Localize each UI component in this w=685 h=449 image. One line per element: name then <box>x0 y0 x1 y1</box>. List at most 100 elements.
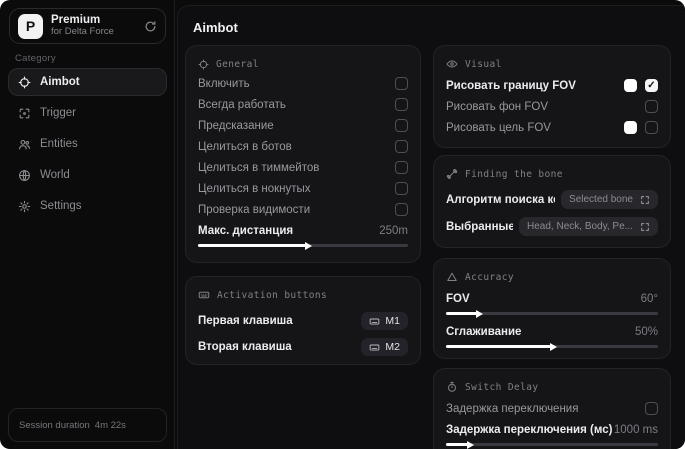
premium-license-box: P Premium for Delta Force <box>9 8 166 44</box>
toggle-row: Целиться в ботов ✓ <box>198 136 408 157</box>
checkbox[interactable]: ✓ <box>395 77 408 90</box>
sidebar-item-settings[interactable]: Settings <box>8 192 167 220</box>
keybind-label: Первая клавиша <box>198 315 293 327</box>
refresh-icon[interactable] <box>144 20 157 33</box>
keybind-button-m1[interactable]: M1 <box>361 312 408 330</box>
app-window: P Premium for Delta Force Category Aimbo… <box>0 0 685 449</box>
switch-delay-slider[interactable] <box>446 440 658 449</box>
toggle-label: Проверка видимости <box>198 203 311 216</box>
eye-icon <box>446 58 458 70</box>
switch-delay-card: Switch Delay Задержка переключения ✓ Зад… <box>433 368 671 449</box>
sidebar-item-trigger[interactable]: Trigger <box>8 99 167 127</box>
slider-thumb[interactable] <box>475 309 483 318</box>
visual-label: Рисовать цель FOV <box>446 121 551 134</box>
product-logo: P <box>18 13 43 39</box>
slider-label-row: Сглаживание 50% <box>446 321 658 342</box>
checkbox[interactable]: ✓ <box>395 119 408 132</box>
session-value: 4m 22s <box>94 419 126 431</box>
slider-thumb[interactable] <box>305 241 313 250</box>
keybind-value: M2 <box>385 341 400 353</box>
slider-thumb[interactable] <box>550 342 557 351</box>
gear-icon <box>18 200 31 213</box>
slider-fill <box>446 443 470 446</box>
checkbox[interactable]: ✓ <box>645 100 658 113</box>
fov-slider[interactable] <box>446 309 658 318</box>
accuracy-card-header: Accuracy <box>446 268 658 286</box>
slider-label-row: FOV 60° <box>446 288 658 309</box>
checkbox[interactable]: ✓ <box>645 79 658 92</box>
slider-fill <box>198 244 308 247</box>
slider-label: Макс. дистанция <box>198 224 294 237</box>
toggle-label: Задержка переключения <box>446 402 579 415</box>
toggle-row: Целиться в нокнутых ✓ <box>198 178 408 199</box>
checkbox[interactable]: ✓ <box>395 98 408 111</box>
sidebar-item-world[interactable]: World <box>8 161 167 189</box>
keybind-row: Первая клавиша M1 <box>198 308 408 334</box>
premium-meta: Premium for Delta Force <box>51 14 136 38</box>
sidebar-item-aimbot[interactable]: Aimbot <box>8 68 167 96</box>
color-swatch[interactable] <box>624 79 637 92</box>
keybind-row: Вторая клавиша M2 <box>198 334 408 360</box>
slider-thumb[interactable] <box>467 440 475 449</box>
crosshair-icon <box>198 58 209 70</box>
toggle-row: Задержка переключения ✓ <box>446 398 658 419</box>
visual-label: Рисовать фон FOV <box>446 100 548 113</box>
visual-row: Рисовать цель FOV ✓ <box>446 117 658 138</box>
accuracy-card: Accuracy FOV 60° Сглаживание 50% <box>433 258 671 359</box>
check-icon: ✓ <box>647 79 656 91</box>
crosshair-icon <box>18 76 31 89</box>
bone-label: Алгоритм поиска кост <box>446 193 555 206</box>
expand-icon <box>641 195 649 204</box>
session-label: Session duration <box>19 419 90 431</box>
toggle-label: Целиться в ботов <box>198 140 292 153</box>
slider-value: 250m <box>379 224 408 237</box>
slider-label: FOV <box>446 292 470 305</box>
globe-icon <box>18 169 31 182</box>
general-card: General Включить ✓ Всегда работать ✓ Пре… <box>185 45 421 263</box>
checkbox[interactable]: ✓ <box>395 140 408 153</box>
visual-label: Рисовать границу FOV <box>446 79 576 92</box>
toggle-row: Включить ✓ <box>198 73 408 94</box>
keybind-button-m2[interactable]: M2 <box>361 338 408 356</box>
checkbox[interactable]: ✓ <box>395 203 408 216</box>
bone-card-header: Finding the bone <box>446 165 658 183</box>
bone-algorithm-select[interactable]: Selected bone <box>561 190 658 209</box>
switch-delay-card-header: Switch Delay <box>446 378 658 396</box>
smoothing-slider[interactable] <box>446 342 658 351</box>
slider-fill <box>446 345 552 348</box>
card-title: Switch Delay <box>465 381 539 393</box>
toggle-label: Целиться в нокнутых <box>198 182 311 195</box>
activation-card-header: Activation buttons <box>198 286 408 304</box>
card-title: Finding the bone <box>465 168 563 180</box>
toggle-row: Всегда работать ✓ <box>198 94 408 115</box>
toggle-row: Целиться в тиммейтов ✓ <box>198 157 408 178</box>
card-title: Visual <box>465 58 502 70</box>
toggle-row: Проверка видимости ✓ <box>198 199 408 220</box>
sidebar-item-entities[interactable]: Entities <box>8 130 167 158</box>
sidebar: P Premium for Delta Force Category Aimbo… <box>0 0 175 449</box>
color-swatch[interactable] <box>624 121 637 134</box>
slider-value: 1000 ms <box>613 423 658 436</box>
entities-icon <box>18 138 31 151</box>
visual-row: Рисовать фон FOV ✓ <box>446 96 658 117</box>
max-distance-slider[interactable] <box>198 241 408 250</box>
card-title: Accuracy <box>465 271 514 283</box>
visual-card: Visual Рисовать границу FOV ✓ Рисовать ф… <box>433 45 671 148</box>
selected-bones-select[interactable]: Head, Neck, Body, Pe... <box>519 217 658 236</box>
bone-label: Выбранные кос <box>446 220 514 233</box>
page-title: Aimbot <box>193 20 238 35</box>
trigger-icon <box>18 107 31 120</box>
keybind-value: M1 <box>385 315 400 327</box>
sidebar-item-label: Entities <box>40 138 78 150</box>
activation-buttons-card: Activation buttons Первая клавиша M1 Вто… <box>185 276 421 365</box>
sidebar-item-label: Trigger <box>40 107 76 119</box>
checkbox[interactable]: ✓ <box>645 402 658 415</box>
checkbox[interactable]: ✓ <box>645 121 658 134</box>
checkbox[interactable]: ✓ <box>395 182 408 195</box>
card-title: Activation buttons <box>217 289 328 301</box>
general-rows: Включить ✓ Всегда работать ✓ Предсказани… <box>198 73 408 253</box>
checkbox[interactable]: ✓ <box>395 161 408 174</box>
triangle-icon <box>446 271 458 283</box>
visual-card-header: Visual <box>446 55 658 73</box>
finding-bone-card: Finding the bone Алгоритм поиска кост Se… <box>433 155 671 248</box>
